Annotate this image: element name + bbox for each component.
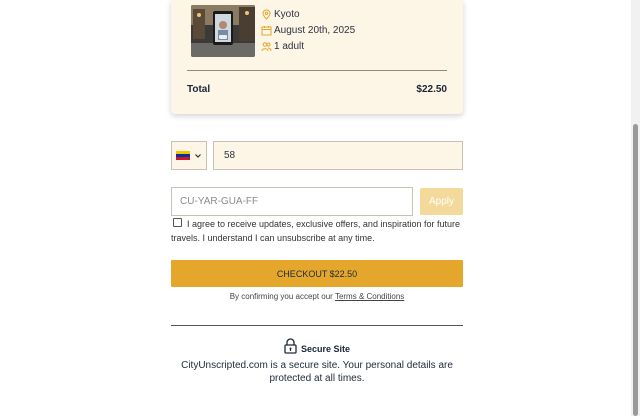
terms-notice: By confirming you accept our Terms & Con… bbox=[171, 292, 463, 301]
people-icon bbox=[261, 41, 272, 52]
section-divider bbox=[171, 325, 463, 326]
card-divider bbox=[187, 70, 447, 71]
date-text: August 20th, 2025 bbox=[274, 25, 356, 36]
guests-text: 1 adult bbox=[274, 41, 305, 52]
secure-site-header: Secure Site bbox=[171, 338, 463, 359]
apply-promo-button[interactable]: Apply bbox=[420, 188, 463, 215]
scrollbar-thumb[interactable] bbox=[633, 124, 638, 416]
total-value: $22.50 bbox=[416, 84, 447, 95]
lock-icon bbox=[284, 338, 297, 359]
calendar-icon bbox=[261, 25, 272, 36]
phone-number-input[interactable]: 58 bbox=[213, 141, 463, 170]
checkout-button[interactable]: CHECKOUT $22.50 bbox=[171, 260, 463, 287]
secure-site-title: Secure Site bbox=[300, 343, 351, 354]
country-code-select[interactable] bbox=[171, 141, 207, 170]
terms-prefix: By confirming you accept our bbox=[229, 292, 333, 301]
tour-thumbnail-image bbox=[191, 5, 255, 57]
date-row: August 20th, 2025 bbox=[261, 25, 355, 36]
venezuela-flag-icon bbox=[176, 151, 190, 160]
promo-code-input[interactable]: CU-YAR-GUA-FF bbox=[171, 187, 413, 216]
guests-row: 1 adult bbox=[261, 41, 304, 52]
consent-label: I agree to receive updates, exclusive of… bbox=[171, 219, 460, 243]
city-text: Kyoto bbox=[274, 9, 300, 20]
location-pin-icon bbox=[261, 9, 272, 20]
chevron-down-icon bbox=[195, 153, 201, 158]
secure-site-description: CityUnscripted.com is a secure site. You… bbox=[181, 360, 453, 384]
terms-conditions-link[interactable]: Terms & Conditions bbox=[335, 292, 404, 301]
city-row: Kyoto bbox=[261, 9, 300, 20]
total-label: Total bbox=[187, 84, 211, 95]
scrollbar-track[interactable] bbox=[631, 0, 640, 416]
booking-summary-card: Kyoto August 20th, 2025 1 adult Total $2… bbox=[171, 0, 463, 114]
